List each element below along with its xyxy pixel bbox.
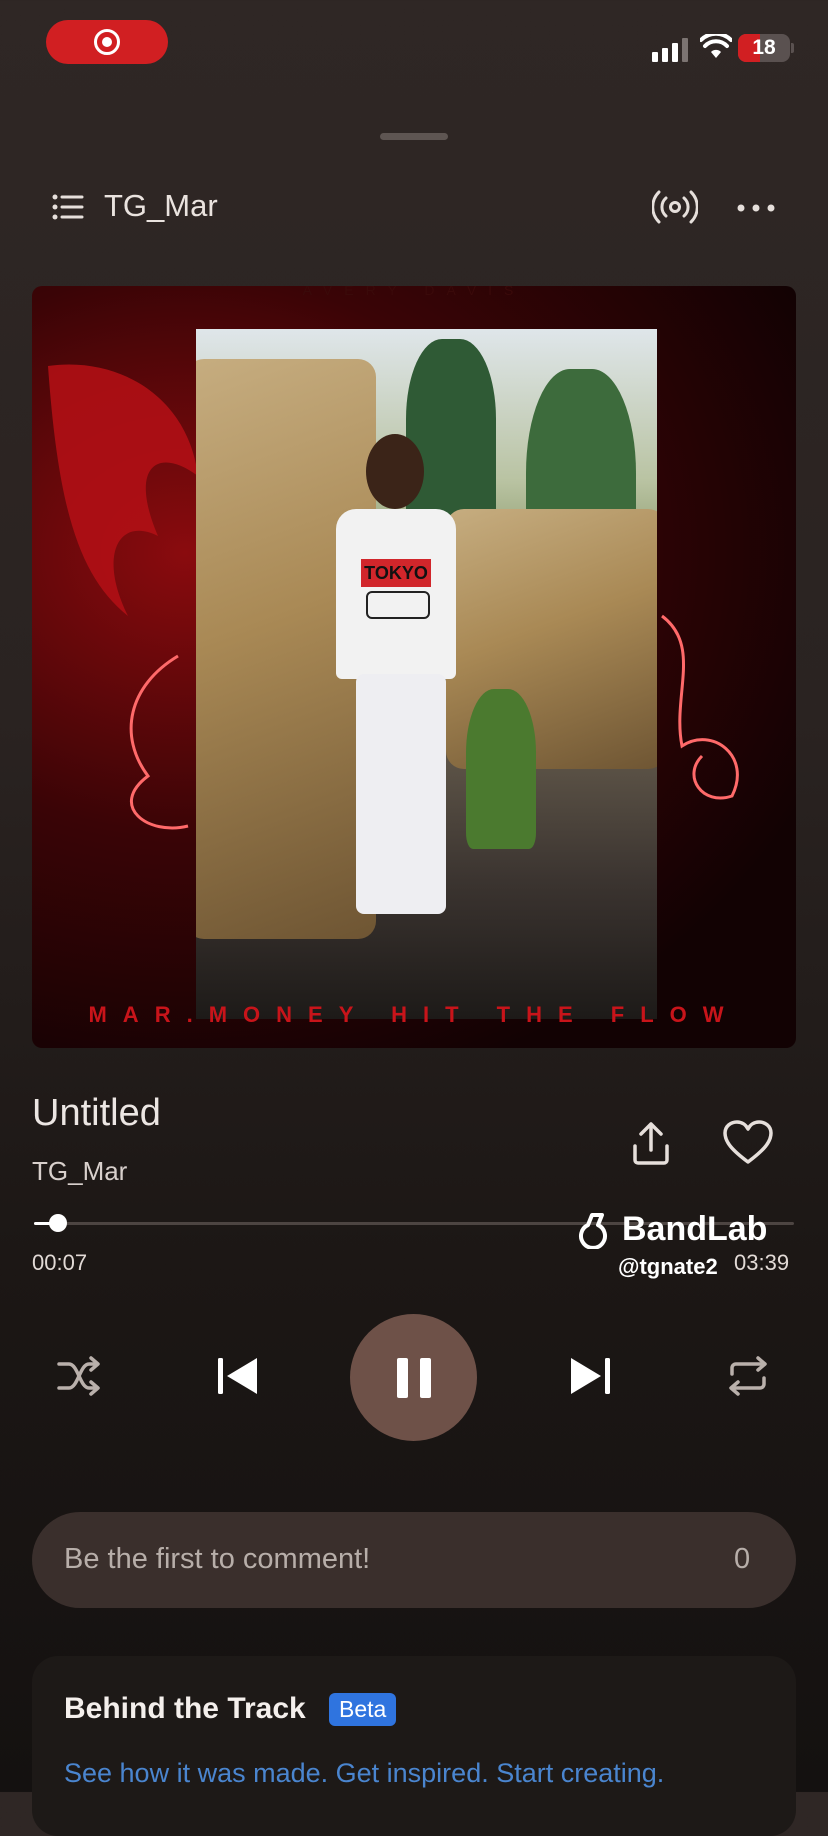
- skip-previous-icon[interactable]: [216, 1356, 260, 1396]
- current-time: 00:07: [32, 1250, 88, 1275]
- heart-icon[interactable]: [722, 1120, 774, 1166]
- bandlab-brand: BandLab: [622, 1210, 768, 1248]
- behind-the-track-title: Behind the Track: [64, 1692, 306, 1725]
- shuffle-icon[interactable]: [56, 1356, 102, 1396]
- battery-nub: [791, 43, 794, 53]
- artwork-photo: TOKYO: [196, 329, 657, 1019]
- comment-placeholder[interactable]: Be the first to comment!: [64, 1543, 370, 1576]
- broadcast-icon[interactable]: [652, 190, 698, 224]
- sheet-drag-handle[interactable]: [380, 133, 448, 140]
- wing-artwork: [48, 364, 198, 830]
- album-artwork[interactable]: AVERY DAVIS TOKYO MAR.MONEY HIT THE FLOW: [32, 286, 796, 1048]
- battery-level: 18: [752, 36, 776, 59]
- artwork-caption: MAR.MONEY HIT THE FLOW: [88, 1002, 740, 1027]
- shirt-text: TOKYO: [364, 563, 428, 583]
- cellular-signal-icon: [652, 38, 688, 62]
- playlist-title[interactable]: TG_Mar: [104, 188, 218, 224]
- behind-the-track-subtitle[interactable]: See how it was made. Get inspired. Start…: [64, 1758, 664, 1789]
- skip-next-icon[interactable]: [568, 1356, 612, 1396]
- progress-knob[interactable]: [49, 1214, 67, 1232]
- screen-recording-indicator[interactable]: [46, 20, 168, 64]
- battery-indicator: 18: [738, 34, 790, 62]
- pause-icon: [396, 1357, 431, 1398]
- bandlab-logo-icon: [579, 1212, 607, 1249]
- track-title: Untitled: [32, 1092, 161, 1134]
- wifi-icon: [700, 34, 732, 58]
- comment-count: 0: [734, 1543, 751, 1575]
- pause-button[interactable]: [350, 1314, 477, 1441]
- list-icon[interactable]: [52, 193, 84, 221]
- total-time: 03:39: [734, 1250, 790, 1275]
- neon-shape: [661, 614, 739, 800]
- beta-badge: Beta: [329, 1693, 397, 1726]
- share-icon[interactable]: [628, 1120, 674, 1166]
- more-horizontal-icon[interactable]: [736, 202, 776, 214]
- behind-the-track-card[interactable]: [32, 1656, 796, 1836]
- record-icon: [94, 29, 120, 55]
- repeat-icon[interactable]: [726, 1354, 770, 1398]
- track-artist[interactable]: TG_Mar: [32, 1156, 127, 1187]
- artwork-top-text: AVERY DAVIS: [302, 286, 526, 298]
- bandlab-watermark: BandLab: [578, 1210, 767, 1249]
- bandlab-handle: @tgnate2: [618, 1254, 718, 1279]
